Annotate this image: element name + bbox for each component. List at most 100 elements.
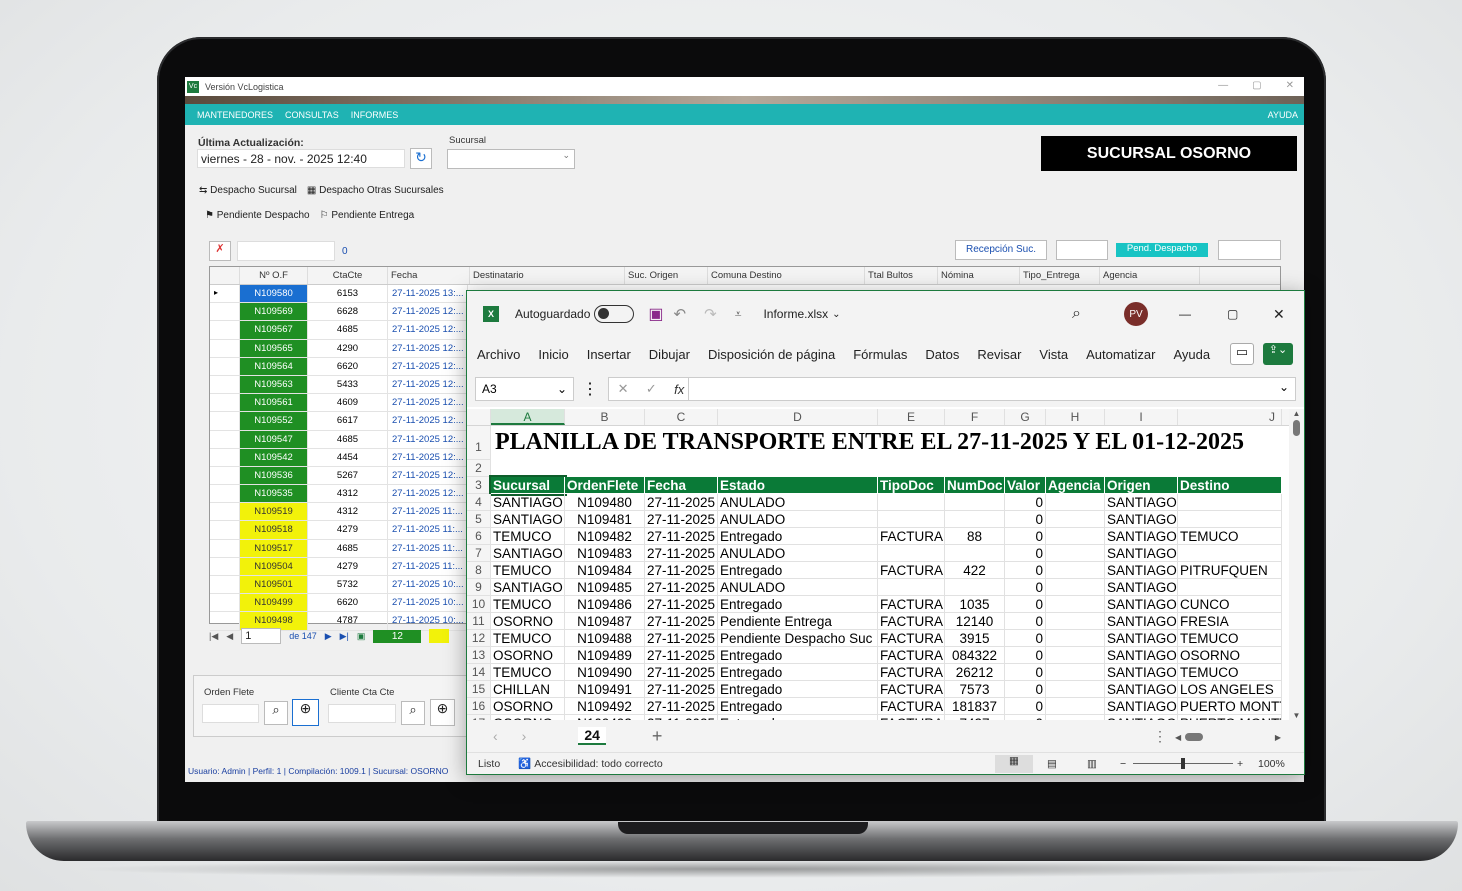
grid-row-selector[interactable] [210, 321, 240, 340]
grid-cell-of[interactable]: N109563 [240, 375, 308, 395]
grid-cell-fecha[interactable]: 27-11-2025 12:... [388, 339, 468, 358]
grid-col-comuna[interactable]: Comuna Destino [708, 267, 865, 284]
cell-estado[interactable]: Entregado [718, 647, 878, 664]
cell-destino[interactable]: LOS ANGELES [1178, 681, 1282, 698]
maximize-icon[interactable]: ▢ [1252, 80, 1261, 91]
row-header[interactable]: 10 [467, 596, 491, 613]
grid-cell-ctacte[interactable]: 4685 [308, 321, 388, 340]
scroll-up-icon[interactable]: ▲ [1289, 409, 1304, 418]
cell-destino[interactable]: FRESIA [1178, 613, 1282, 630]
cell-tipodoc[interactable]: FACTURA [878, 664, 945, 681]
grid-cell-ctacte[interactable]: 5433 [308, 375, 388, 395]
cell-valor[interactable]: 0 [1005, 494, 1046, 511]
save-icon[interactable]: ▣ [648, 304, 663, 324]
ribbon-ayuda[interactable]: Ayuda [1173, 347, 1210, 362]
accessibility-status[interactable]: Accesibilidad: todo correcto [534, 758, 662, 770]
grid-cell-of[interactable]: N109535 [240, 485, 308, 504]
cell-tipodoc[interactable]: FACTURA [878, 562, 945, 579]
grid-cell-fecha[interactable]: 27-11-2025 11:... [388, 503, 468, 522]
comments-icon[interactable]: ▭ [1230, 343, 1254, 365]
grid-cell-ctacte[interactable]: 6617 [308, 412, 388, 431]
ribbon-archivo[interactable]: Archivo [477, 347, 520, 362]
tabs-more-icon[interactable]: ⋮ [1153, 728, 1167, 745]
grid-cell-ctacte[interactable]: 5732 [308, 576, 388, 595]
cell-estado[interactable]: Entregado [718, 562, 878, 579]
cell-valor[interactable]: 0 [1005, 664, 1046, 681]
cell-tipodoc[interactable]: FACTURA [878, 596, 945, 613]
cell-estado[interactable]: Entregado [718, 596, 878, 613]
grid-cell-of[interactable]: N109552 [240, 412, 308, 431]
col-header-b[interactable]: B [565, 409, 645, 425]
cell-tipodoc[interactable]: FACTURA [878, 681, 945, 698]
grid-cell-of[interactable]: N109519 [240, 503, 308, 522]
cell-valor[interactable]: 0 [1005, 613, 1046, 630]
header-cell-valor[interactable]: Valor [1005, 477, 1046, 494]
grid-row-selector[interactable] [210, 503, 240, 522]
grid-cell-fecha[interactable]: 27-11-2025 12:... [388, 412, 468, 431]
grid-cell-fecha[interactable]: 27-11-2025 12:... [388, 321, 468, 340]
grid-row-selector[interactable] [210, 576, 240, 595]
cell-ordenflete[interactable]: N109485 [565, 579, 645, 596]
view-normal-icon[interactable]: ▦ [995, 754, 1033, 773]
ribbon-formulas[interactable]: Fórmulas [853, 347, 907, 362]
cell-origen[interactable]: SANTIAGO [1105, 545, 1178, 562]
sheet-title[interactable]: PLANILLA DE TRANSPORTE ENTRE EL 27-11-20… [491, 426, 1289, 460]
col-header-f[interactable]: F [945, 409, 1005, 425]
close-icon[interactable]: ✕ [1286, 80, 1294, 91]
cell-numdoc[interactable]: 7573 [945, 681, 1005, 698]
cell-agencia[interactable] [1046, 545, 1105, 562]
grid-cell-ctacte[interactable]: 4685 [308, 430, 388, 449]
grid-row-selector[interactable] [210, 394, 240, 413]
grid-col-fecha[interactable]: Fecha [388, 267, 470, 284]
row-header-1[interactable]: 1 [467, 426, 491, 460]
header-cell-sucursal[interactable]: Sucursal [489, 475, 567, 496]
zoom-slider-thumb[interactable] [1181, 758, 1185, 769]
row-header[interactable]: 7 [467, 545, 491, 562]
cell-origen[interactable]: SANTIAGO [1105, 647, 1178, 664]
cliente-new-icon[interactable]: ⊕ [430, 699, 455, 726]
horizontal-scrollbar[interactable]: ◀ ▶ [1175, 732, 1281, 742]
cell-destino[interactable] [1178, 511, 1282, 528]
row-header[interactable]: 5 [467, 511, 491, 528]
minimize-icon[interactable]: — [1179, 307, 1191, 321]
cell-fecha[interactable]: 27-11-2025 [645, 664, 718, 681]
filename[interactable]: Informe.xlsx [763, 307, 828, 321]
grid-col-agencia[interactable]: Agencia [1100, 267, 1200, 284]
subtab-pendiente-entrega[interactable]: ⚐ Pendiente Entrega [320, 210, 415, 221]
cell-valor[interactable]: 0 [1005, 681, 1046, 698]
cell-agencia[interactable] [1046, 596, 1105, 613]
grid-cell-fecha[interactable]: 27-11-2025 11:... [388, 521, 468, 540]
col-header-c[interactable]: C [645, 409, 718, 425]
cell-agencia[interactable] [1046, 630, 1105, 647]
header-cell-origen[interactable]: Origen [1105, 477, 1178, 494]
recepcion-button[interactable]: Recepción Suc. [955, 240, 1047, 260]
subtab-pendiente-despacho[interactable]: ⚑ Pendiente Despacho [205, 210, 310, 221]
cell-origen[interactable]: SANTIAGO [1105, 579, 1178, 596]
grid-cell-ctacte[interactable]: 4312 [308, 485, 388, 504]
cell-valor[interactable]: 0 [1005, 562, 1046, 579]
function-icon[interactable]: fx [674, 382, 684, 397]
grid-col-bultos[interactable]: Ttal Bultos [865, 267, 938, 284]
name-box[interactable]: A3 ⌄ [475, 377, 574, 401]
cell-numdoc[interactable] [945, 579, 1005, 596]
cell-fecha[interactable]: 27-11-2025 [645, 494, 718, 511]
search-icon[interactable]: ⌕ [1072, 305, 1081, 323]
header-cell-destino[interactable]: Destino [1178, 477, 1282, 494]
cell-numdoc[interactable]: 12140 [945, 613, 1005, 630]
grid-row-selector[interactable] [210, 357, 240, 376]
scroll-down-icon[interactable]: ▼ [1289, 711, 1304, 720]
cancel-icon[interactable]: ✕ [618, 381, 629, 397]
cell-ordenflete[interactable]: N109486 [565, 596, 645, 613]
header-cell-numdoc[interactable]: NumDoc [945, 477, 1005, 494]
cell-agencia[interactable] [1046, 562, 1105, 579]
row-header[interactable]: 8 [467, 562, 491, 579]
enter-icon[interactable]: ✓ [646, 381, 657, 397]
cell-numdoc[interactable] [945, 494, 1005, 511]
cell-valor[interactable]: 0 [1005, 545, 1046, 562]
grid-cell-fecha[interactable]: 27-11-2025 12:... [388, 394, 468, 413]
cell-destino[interactable] [1178, 579, 1282, 596]
cell-sucursal[interactable]: SANTIAGO [491, 545, 565, 562]
cell-origen[interactable]: SANTIAGO [1105, 698, 1178, 715]
cell-numdoc[interactable] [945, 545, 1005, 562]
grid-cell-fecha[interactable]: 27-11-2025 12:... [388, 466, 468, 486]
